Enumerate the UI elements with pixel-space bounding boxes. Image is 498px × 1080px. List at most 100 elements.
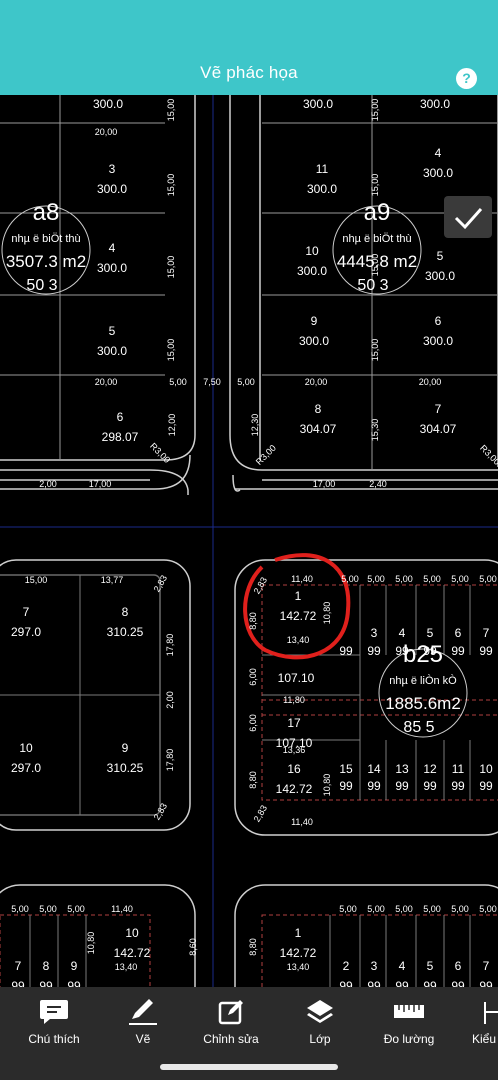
bottom-right-plot-1-area: 99 — [339, 979, 353, 987]
dimension-label-62: 5,00 — [451, 904, 469, 914]
plot-a8-2-area: 300.0 — [97, 261, 127, 275]
home-indicator — [160, 1064, 338, 1070]
dimension-label-29: 2,00 — [165, 691, 175, 709]
tool-edit[interactable]: Chỉnh sửa — [186, 987, 276, 1057]
plot-a9-6-number: 9 — [311, 314, 318, 328]
dimension-label-49: 2,83 — [252, 803, 269, 823]
plot-a9-8-area: 304.07 — [300, 422, 337, 436]
plot-a8-4-number: 6 — [117, 410, 124, 424]
b25-top-number-2: 5 — [427, 626, 434, 640]
plot-a9-6-area: 300.0 — [299, 334, 329, 348]
b25-bottom-area-0: 99 — [339, 779, 353, 793]
lot-extra-a9: 50 3 — [357, 277, 388, 294]
bottom-right-plot-4-number: 5 — [427, 959, 434, 973]
b25-top-area-4: 99 — [479, 644, 493, 658]
bottom-left-plot-3-area: 99 — [67, 979, 81, 987]
plot-a8-2-number: 4 — [109, 241, 116, 255]
dimension-label-55: 10,80 — [86, 932, 96, 955]
b25-top-area-3: 99 — [451, 644, 465, 658]
plot-a9-4-area: 300.0 — [297, 264, 327, 278]
bottom-right-plot-2-number: 3 — [371, 959, 378, 973]
lot-area-a8: 3507.3 m2 — [6, 252, 86, 271]
b25-top-area-2: 99 — [423, 644, 437, 658]
lot-id-a9: a9 — [364, 199, 391, 226]
dimension-label-1: 20,00 — [95, 377, 118, 387]
layers-icon — [307, 1000, 333, 1023]
lot-extra-b25: 85 5 — [403, 719, 434, 736]
help-icon[interactable]: ? — [456, 68, 477, 89]
tool-layers-label: Lớp — [309, 1032, 331, 1046]
lot-type-b25: nhµ ë liÒn kÒ — [389, 674, 457, 687]
b25-bottom-area-4: 99 — [451, 779, 465, 793]
plot-a9-2-number: 11 — [316, 162, 329, 176]
tool-measure[interactable]: Đo lường — [364, 987, 454, 1057]
dimension-label-2: 20,00 — [305, 377, 328, 387]
plot-b25-3-number: 16 — [287, 762, 301, 776]
dimension-label-54: 11,40 — [111, 904, 133, 914]
plot-a9-3-number: 4 — [435, 146, 442, 160]
dimension-label-50: 11,40 — [291, 817, 313, 827]
dimension-label-53: 5,00 — [67, 904, 85, 914]
dimension-label-21: 2,00 — [39, 479, 57, 489]
plot-a8-1-number: 3 — [109, 162, 116, 176]
dimension-label-18: R3,00 — [148, 441, 172, 465]
dimension-label-0: 20,00 — [95, 127, 118, 137]
tool-annotation[interactable]: Chú thích — [9, 987, 99, 1057]
edit-icon — [218, 1000, 243, 1025]
b25-bottom-area-3: 99 — [423, 779, 437, 793]
dimension-label-27: 2,83 — [152, 573, 169, 593]
tool-style[interactable]: Kiểu — [452, 987, 498, 1057]
plot-a9-2-area: 300.0 — [307, 182, 337, 196]
bottom-right-plot-2-area: 99 — [367, 979, 381, 987]
bottom-left-plot-0-number: 10 — [125, 926, 139, 940]
dimension-label-15: 12,00 — [167, 414, 177, 437]
drawing-canvas[interactable]: a8 nhµ ë biÖt thù 3507.3 m2 50 3 a9 nhµ ë biÖ… — [0, 95, 498, 987]
lot-extra-a8: 50 3 — [26, 277, 57, 294]
page-title: Vẽ phác họa — [200, 63, 298, 82]
plot-a9-9-number: 7 — [435, 402, 442, 416]
b25-bottom-number-0: 15 — [339, 762, 353, 776]
pencil-icon — [129, 999, 157, 1025]
plot-a9-5-area: 300.0 — [425, 269, 455, 283]
b25-top-number-3: 6 — [455, 626, 462, 640]
bottom-right-plot-5-number: 6 — [455, 959, 462, 973]
bottom-left-plot-1-area: 99 — [11, 979, 25, 987]
tool-layers[interactable]: Lớp — [275, 987, 365, 1057]
b25-top-area-extra: 99 — [339, 644, 353, 658]
lot-type-a9: nhµ ë biÖt thù — [342, 233, 411, 245]
dimension-label-58: 5,00 — [339, 904, 357, 914]
dimension-label-24: 2,40 — [369, 479, 387, 489]
dimension-label-35: 5,00 — [395, 574, 413, 584]
dimension-label-17: 15,30 — [370, 419, 380, 442]
dimension-label-42: 13,40 — [287, 635, 310, 645]
confirm-button[interactable] — [444, 196, 492, 238]
tool-draw[interactable]: Vẽ — [98, 987, 188, 1057]
b25-bottom-area-5: 99 — [479, 779, 493, 793]
plot-a9-7-area: 300.0 — [423, 334, 453, 348]
dimension-label-51: 5,00 — [11, 904, 29, 914]
plot-a9-5-number: 5 — [437, 249, 444, 263]
dimension-label-36: 5,00 — [423, 574, 441, 584]
dimension-label-30: 17,80 — [165, 749, 175, 772]
site-plan-map[interactable]: a8 nhµ ë biÖt thù 3507.3 m2 50 3 a9 nhµ ë biÖ… — [0, 95, 498, 987]
plot-a8-3-number: 5 — [109, 324, 116, 338]
dimension-label-7: 15,00 — [166, 99, 176, 122]
plot-a9-3-area: 300.0 — [423, 166, 453, 180]
bottom-right-plot-6-area: 99 — [479, 979, 493, 987]
dimension-label-22: 17,00 — [89, 479, 112, 489]
plot-a9-9-area: 304.07 — [420, 422, 457, 436]
b25-top-area-0: 99 — [367, 644, 381, 658]
annotation-icon — [40, 1000, 68, 1024]
plot-a9-4-number: 10 — [305, 244, 319, 258]
b25-bottom-number-3: 12 — [423, 762, 437, 776]
dimension-label-61: 5,00 — [423, 904, 441, 914]
dimension-label-11: 15,00 — [370, 99, 380, 122]
dimension-label-60: 5,00 — [395, 904, 413, 914]
dimension-label-9: 15,00 — [166, 256, 176, 279]
dimension-label-46: 13,36 — [283, 745, 306, 755]
dimension-label-65: 13,40 — [287, 962, 310, 972]
plot-a8-3-area: 300.0 — [97, 344, 127, 358]
dimension-label-10: 15,00 — [166, 339, 176, 362]
dimension-label-48: 10,80 — [322, 774, 332, 797]
bottom-left-plot-2-area: 99 — [39, 979, 53, 987]
